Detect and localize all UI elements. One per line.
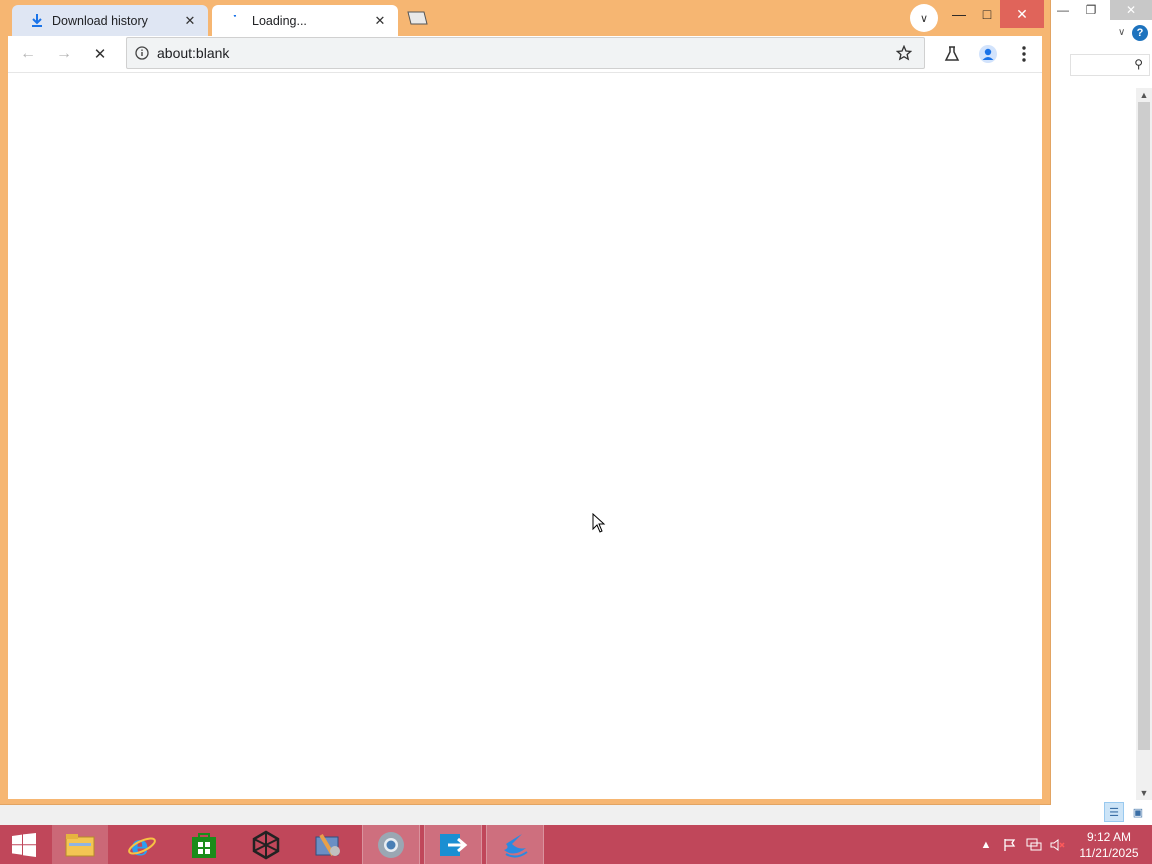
tab-search-icon[interactable]: ∨: [910, 4, 938, 32]
close-window-icon[interactable]: ✕: [1000, 0, 1044, 28]
browser-window: Download history ✕ Loading... ✕ ∨ — □ ✕ …: [0, 0, 1050, 804]
network-icon[interactable]: [1024, 825, 1044, 864]
back-arrow-icon[interactable]: ←: [14, 40, 42, 68]
background-minimize-icon[interactable]: —: [1048, 0, 1078, 20]
browser-toolbar: ← → ✕: [8, 36, 1042, 72]
background-window-titlebar: — ❐ ✕: [1040, 0, 1152, 22]
swift-app-icon[interactable]: [486, 825, 544, 864]
clock-time: 9:12 AM: [1086, 830, 1132, 844]
labs-flask-icon[interactable]: [938, 40, 966, 68]
tab-title: Loading...: [252, 13, 307, 28]
tab-close-icon[interactable]: ✕: [372, 13, 388, 29]
loading-spinner-icon: [230, 14, 244, 28]
visual-studio-icon[interactable]: [238, 825, 294, 864]
mouse-cursor-icon: [592, 512, 606, 533]
search-icon: ⚲: [1134, 57, 1143, 71]
scrollbar-thumb[interactable]: [1138, 102, 1150, 750]
background-close-icon[interactable]: ✕: [1110, 0, 1152, 20]
background-restore-icon[interactable]: ❐: [1076, 0, 1106, 20]
media-player-icon[interactable]: [300, 825, 356, 864]
volume-muted-icon[interactable]: [1048, 825, 1068, 864]
background-search-box[interactable]: ⚲: [1070, 54, 1150, 76]
site-info-icon[interactable]: [127, 46, 157, 60]
action-center-flag-icon[interactable]: [1000, 825, 1020, 864]
system-clock[interactable]: 9:12 AM 11/21/2025: [1076, 829, 1142, 861]
internet-explorer-icon[interactable]: e: [114, 825, 170, 864]
tab-loading[interactable]: Loading... ✕: [212, 5, 398, 36]
details-view-icon[interactable]: ☰: [1104, 802, 1124, 822]
background-window: — ❐ ✕ ∨ ? ⚲ ▲ ▼ ☰ ▣: [1040, 0, 1152, 825]
stop-loading-icon[interactable]: ✕: [86, 40, 114, 68]
tab-download-history[interactable]: Download history ✕: [12, 5, 208, 36]
ribbon-expand-icon[interactable]: ∨: [1118, 27, 1125, 38]
background-vertical-scrollbar[interactable]: ▲ ▼: [1136, 88, 1152, 800]
address-input[interactable]: [157, 45, 884, 61]
maximize-icon[interactable]: □: [972, 0, 1002, 28]
bookmark-star-icon[interactable]: [884, 45, 924, 61]
tab-title: Download history: [52, 13, 148, 28]
address-bar[interactable]: [126, 37, 925, 69]
show-hidden-icons-icon[interactable]: ▲: [978, 825, 994, 864]
file-explorer-icon[interactable]: [52, 825, 108, 864]
store-icon[interactable]: [176, 825, 232, 864]
download-icon: [30, 14, 44, 28]
help-icon[interactable]: ?: [1132, 25, 1148, 41]
clock-date: 11/21/2025: [1079, 846, 1139, 860]
menu-kebab-icon[interactable]: [1010, 40, 1038, 68]
tab-strip: Download history ✕ Loading... ✕ ∨ — □ ✕: [0, 0, 1050, 36]
start-button[interactable]: [0, 825, 48, 864]
chrome-app-icon[interactable]: [362, 825, 420, 864]
page-content-area[interactable]: [8, 72, 1042, 799]
profile-avatar-icon[interactable]: [974, 40, 1002, 68]
scroll-up-icon[interactable]: ▲: [1136, 88, 1152, 102]
tab-close-icon[interactable]: ✕: [182, 13, 198, 29]
background-ribbon-bar: ∨ ?: [1070, 22, 1152, 48]
remote-transfer-icon[interactable]: [424, 825, 482, 864]
minimize-icon[interactable]: —: [944, 0, 974, 28]
large-icons-view-icon[interactable]: ▣: [1128, 802, 1148, 822]
new-tab-button[interactable]: [404, 10, 430, 26]
scroll-down-icon[interactable]: ▼: [1136, 786, 1152, 800]
taskbar: e ▲ 9:12 AM 11/21/2025: [0, 825, 1152, 864]
forward-arrow-icon[interactable]: →: [50, 40, 78, 68]
